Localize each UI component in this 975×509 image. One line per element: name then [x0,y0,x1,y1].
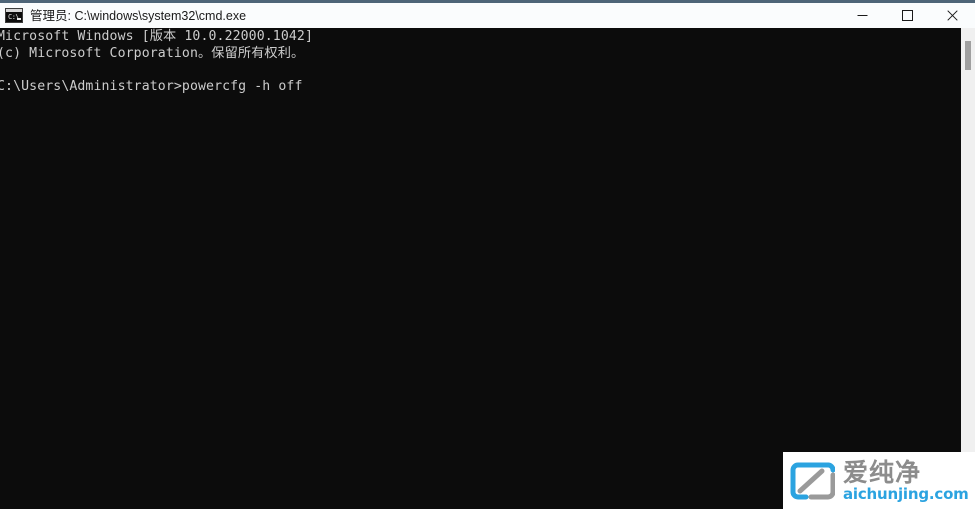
window-titlebar[interactable]: C:\ 管理员: C:\windows\system32\cmd.exe [0,0,975,28]
watermark-text-group: 爱纯净 aichunjing.com [843,459,969,503]
close-icon [947,10,958,21]
minimize-icon [857,10,868,21]
cmd-icon-titlebar-strip [6,9,22,12]
vertical-scrollbar[interactable] [961,28,975,509]
maximize-button[interactable] [885,3,930,28]
cmd-icon-prompt-text: C:\ [8,13,20,21]
window-title: 管理员: C:\windows\system32\cmd.exe [30,8,247,23]
maximize-icon [902,10,913,21]
cmd-icon-cursor [17,18,21,20]
console-text: Microsoft Windows [版本 10.0.22000.1042] (… [0,29,313,94]
site-watermark: 爱纯净 aichunjing.com [783,452,975,509]
close-button[interactable] [930,3,975,28]
window-controls [840,3,975,28]
titlebar-left-group: C:\ 管理员: C:\windows\system32\cmd.exe [0,8,840,23]
minimize-button[interactable] [840,3,885,28]
watermark-url: aichunjing.com [843,484,969,503]
cmd-window: C:\ 管理员: C:\windows\system32\cmd.exe Mic… [0,0,975,509]
aichunjing-logo-icon [789,461,835,501]
scrollbar-thumb[interactable] [965,41,971,70]
watermark-chinese-name: 爱纯净 [843,457,922,487]
cmd-icon: C:\ [5,8,23,23]
console-output-area[interactable]: Microsoft Windows [版本 10.0.22000.1042] (… [0,28,975,509]
